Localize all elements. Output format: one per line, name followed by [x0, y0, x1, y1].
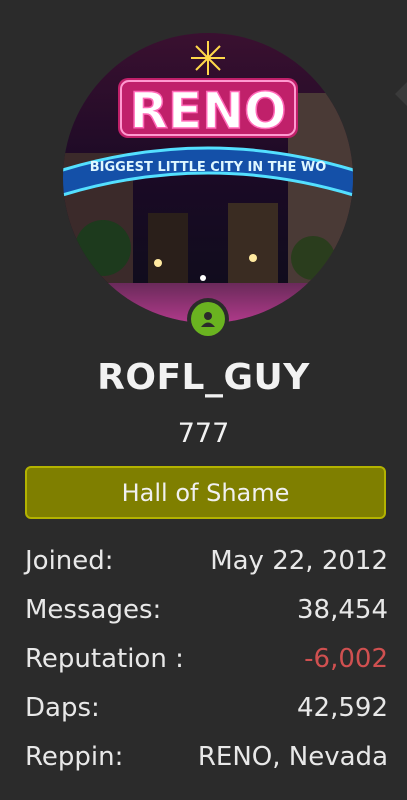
online-status-badge	[187, 298, 229, 340]
user-banner-label: Hall of Shame	[121, 478, 290, 507]
username[interactable]: ROFL_GUY	[0, 357, 407, 398]
avatar-sign-text: RENO	[129, 82, 286, 140]
stat-value: RENO, Nevada	[197, 741, 388, 772]
avatar-arch-text: BIGGEST LITTLE CITY IN THE WO	[90, 160, 327, 175]
stat-reputation: Reputation : -6,002	[25, 634, 388, 683]
stat-value: 42,592	[297, 692, 388, 723]
avatar-image: RENO BIGGEST LITTLE CITY IN THE WO	[63, 33, 353, 323]
stat-value: May 22, 2012	[210, 545, 388, 576]
user-banner: Hall of Shame	[25, 466, 386, 519]
stat-reppin: Reppin: RENO, Nevada	[25, 732, 388, 781]
user-title: 777	[177, 418, 230, 449]
stat-label: Daps:	[25, 692, 100, 723]
stat-daps: Daps: 42,592	[25, 683, 388, 732]
stat-label: Reppin:	[25, 741, 124, 772]
stat-messages: Messages: 38,454	[25, 585, 388, 634]
stat-label: Reputation :	[25, 643, 184, 674]
stat-label: Joined:	[25, 545, 114, 576]
stat-value[interactable]: 38,454	[297, 595, 388, 625]
stat-value: -6,002	[304, 643, 388, 674]
panel-notch	[395, 82, 407, 106]
avatar[interactable]: RENO BIGGEST LITTLE CITY IN THE WO	[63, 33, 353, 323]
stat-joined: Joined: May 22, 2012	[25, 536, 388, 585]
stat-label: Messages:	[25, 594, 162, 625]
user-stats: Joined: May 22, 2012 Messages: 38,454 Re…	[25, 536, 388, 781]
user-online-icon	[201, 312, 215, 327]
